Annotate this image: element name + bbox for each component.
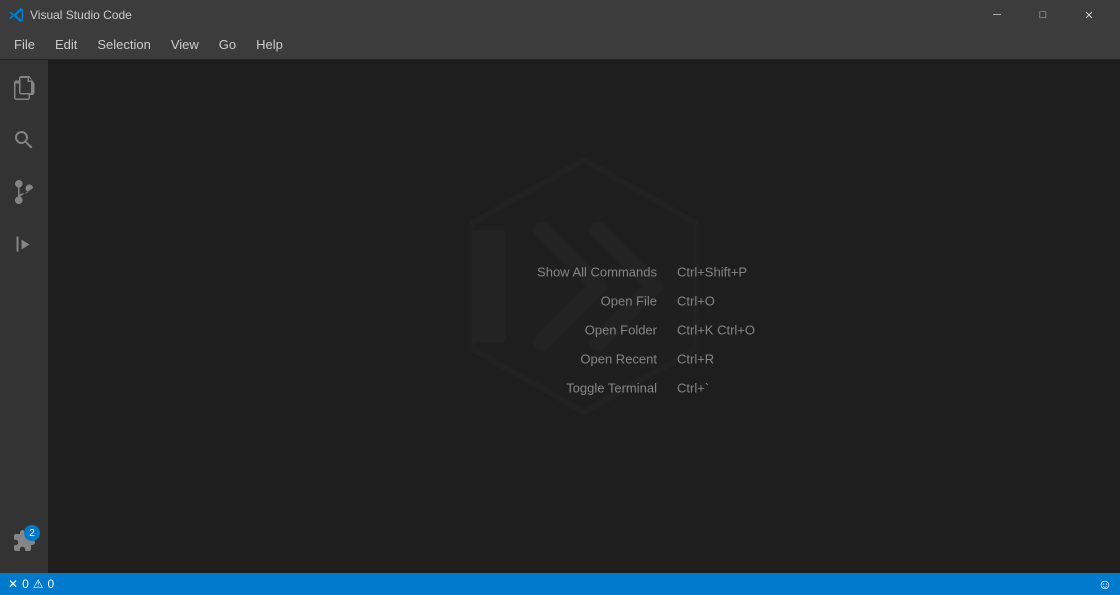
menu-selection[interactable]: Selection <box>87 33 160 56</box>
menu-go[interactable]: Go <box>209 33 246 56</box>
activity-source-control[interactable] <box>0 168 48 216</box>
activitybar: 2 <box>0 60 48 573</box>
status-smiley[interactable]: ☺ <box>1098 576 1112 592</box>
warning-icon: ⚠ <box>33 577 44 591</box>
menu-help[interactable]: Help <box>246 33 293 56</box>
warning-count: 0 <box>48 577 55 591</box>
activity-explorer[interactable] <box>0 64 48 112</box>
titlebar: Visual Studio Code ─ □ ✕ <box>0 0 1120 30</box>
maximize-button[interactable]: □ <box>1020 0 1066 30</box>
editor-area: Show All Commands Ctrl+Shift+P Open File… <box>48 60 1120 573</box>
close-button[interactable]: ✕ <box>1066 0 1112 30</box>
app-title: Visual Studio Code <box>30 8 974 22</box>
activity-search[interactable] <box>0 116 48 164</box>
shortcut-toggle-terminal[interactable]: Toggle Terminal Ctrl+` <box>497 380 787 395</box>
menu-edit[interactable]: Edit <box>45 33 87 56</box>
extensions-badge: 2 <box>24 525 40 541</box>
menubar: File Edit Selection View Go Help <box>0 30 1120 60</box>
activity-run[interactable] <box>0 220 48 268</box>
shortcuts-panel: Show All Commands Ctrl+Shift+P Open File… <box>497 264 787 395</box>
shortcut-open-folder[interactable]: Open Folder Ctrl+K Ctrl+O <box>497 322 787 337</box>
shortcut-show-all-commands[interactable]: Show All Commands Ctrl+Shift+P <box>497 264 787 279</box>
menu-file[interactable]: File <box>4 33 45 56</box>
error-icon: ✕ <box>8 577 18 591</box>
activity-extensions[interactable]: 2 <box>0 517 48 565</box>
menu-view[interactable]: View <box>161 33 209 56</box>
shortcut-open-file[interactable]: Open File Ctrl+O <box>497 293 787 308</box>
status-errors[interactable]: ✕ 0 ⚠ 0 <box>8 577 54 591</box>
smiley-icon: ☺ <box>1098 576 1112 592</box>
minimize-button[interactable]: ─ <box>974 0 1020 30</box>
statusbar: ✕ 0 ⚠ 0 ☺ <box>0 573 1120 595</box>
main-layout: 2 Show All Commands Ctrl+Shift+P <box>0 60 1120 573</box>
app-icon <box>8 7 24 23</box>
shortcut-open-recent[interactable]: Open Recent Ctrl+R <box>497 351 787 366</box>
titlebar-controls: ─ □ ✕ <box>974 0 1112 30</box>
error-count: 0 <box>22 577 29 591</box>
